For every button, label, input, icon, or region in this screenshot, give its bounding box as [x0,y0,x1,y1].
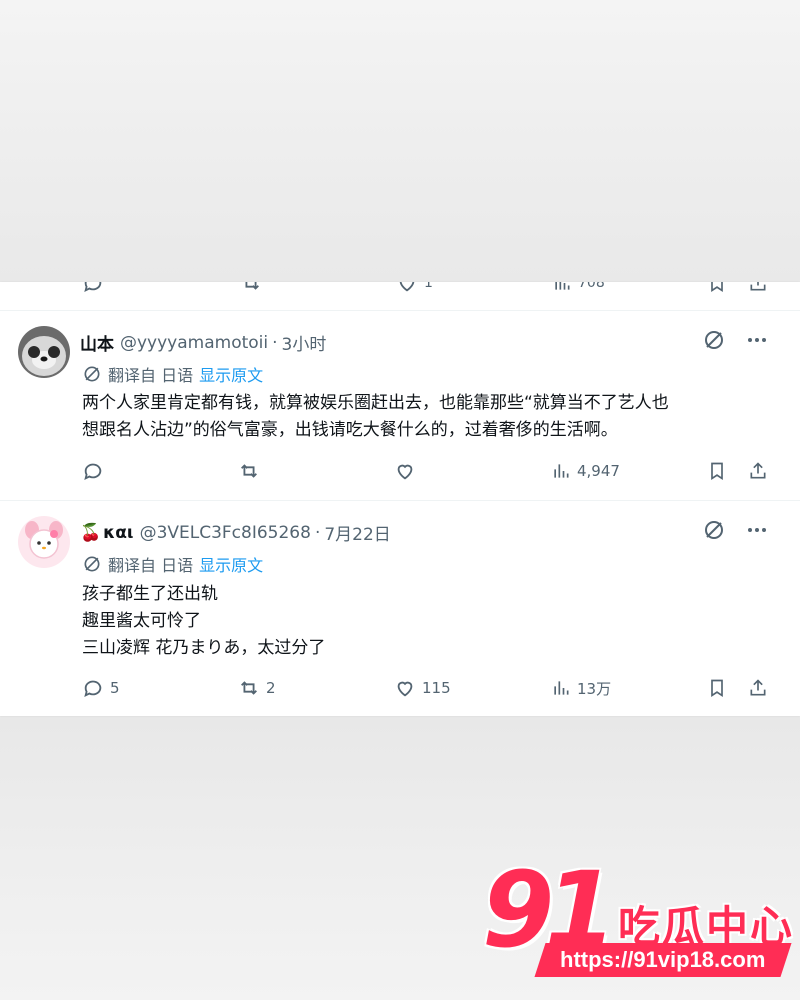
timestamp[interactable]: 3小时 [282,330,327,355]
tweet-thread-card: 1 708 山本 @yyyyamamotoii · 3小时 翻译自 日语 显示原… [0,282,800,716]
translated-from-label: 翻译自 日语 [108,366,194,385]
grok-icon[interactable] [702,518,726,546]
tweet-text: 孩子都生了还出轨 趣里酱太可怜了 三山凌辉 花乃まりあ，太过分了 [82,584,326,658]
avatar[interactable] [18,326,70,378]
translate-icon [82,364,102,384]
like-button[interactable]: 115 [394,677,451,699]
watermark-logo: 91 吃瓜中心 https://91vip18.com [478,849,796,985]
grok-icon[interactable] [702,328,726,356]
tweet-header: 山本 @yyyyamamotoii · 3小时 [80,330,327,356]
previous-tweet-actions: 1 708 [0,282,800,294]
tweet[interactable]: 🍒 και @3VELC3Fc8I65268 · 7月22日 翻译自 日语 显示… [0,500,800,716]
more-options-icon[interactable] [746,518,768,546]
retweet-icon [241,681,257,695]
tweet-header: 🍒 και @3VELC3Fc8I65268 · 7月22日 [80,520,391,546]
user-handle[interactable]: @3VELC3Fc8I65268 [140,523,311,543]
tweet-text: 两个人家里肯定都有钱，就算被娱乐圈赶出去，也能靠那些“就算当不了艺人也 想跟名人… [82,393,669,440]
show-original-link[interactable]: 显示原文 [199,362,263,386]
reply-icon[interactable] [82,282,104,294]
reply-icon [84,680,102,698]
bookmark-icon [711,679,723,698]
share-button[interactable] [748,677,768,699]
timestamp[interactable]: 7月22日 [324,520,390,545]
tweet-header-actions [702,518,768,546]
retweet-icon [241,464,257,478]
watermark-url-banner: https://91vip18.com [534,943,792,977]
like-icon[interactable]: 1 [396,282,433,294]
tweet-actions: 5 2 115 13万 [0,677,800,701]
reply-button[interactable] [82,460,110,482]
retweet-button[interactable] [238,460,266,482]
view-count: 4,947 [577,462,620,480]
user-handle[interactable]: @yyyyamamotoii [120,333,268,353]
show-original-link[interactable]: 显示原文 [199,552,263,576]
display-name[interactable]: 山本 [80,330,114,355]
retweet-count: 2 [266,679,276,697]
share-icon [750,679,766,696]
like-button[interactable] [394,460,422,482]
more-options-icon[interactable] [746,328,768,356]
like-count: 115 [422,679,451,697]
reply-icon [84,463,102,481]
blurred-background-top [0,0,800,282]
reply-count: 5 [110,679,120,697]
translation-notice: 翻译自 日语 显示原文 [82,552,263,576]
like-icon [397,464,413,480]
separator-dot: · [272,332,278,353]
translate-icon [82,554,102,574]
separator-dot: · [314,522,321,543]
watermark-url: https://91vip18.com [560,947,766,972]
retweet-icon[interactable] [240,282,262,294]
avatar[interactable] [18,516,70,568]
bookmark-icon [711,462,723,481]
retweet-button[interactable]: 2 [238,677,276,699]
views-button[interactable]: 4,947 [551,460,620,482]
views-icon [554,681,569,695]
views-icon[interactable]: 708 [552,282,605,294]
bookmark-icon[interactable] [707,282,727,294]
views-button[interactable]: 13万 [551,677,611,699]
like-icon [397,681,413,697]
translated-from-label: 翻译自 日语 [108,556,194,575]
reply-button[interactable]: 5 [82,677,120,699]
view-count: 13万 [577,679,612,698]
share-icon [750,462,766,479]
translation-notice: 翻译自 日语 显示原文 [82,362,263,386]
bookmark-button[interactable] [707,460,727,482]
share-icon[interactable] [748,282,768,294]
display-name[interactable]: και [103,523,133,543]
cherry-emoji: 🍒 [80,522,102,543]
bookmark-button[interactable] [707,677,727,699]
tweet[interactable]: 山本 @yyyyamamotoii · 3小时 翻译自 日语 显示原文 两个人家… [0,310,800,500]
views-icon [554,464,569,478]
tweet-actions: 4,947 [0,460,800,484]
share-button[interactable] [748,460,768,482]
tweet-header-actions [702,328,768,356]
